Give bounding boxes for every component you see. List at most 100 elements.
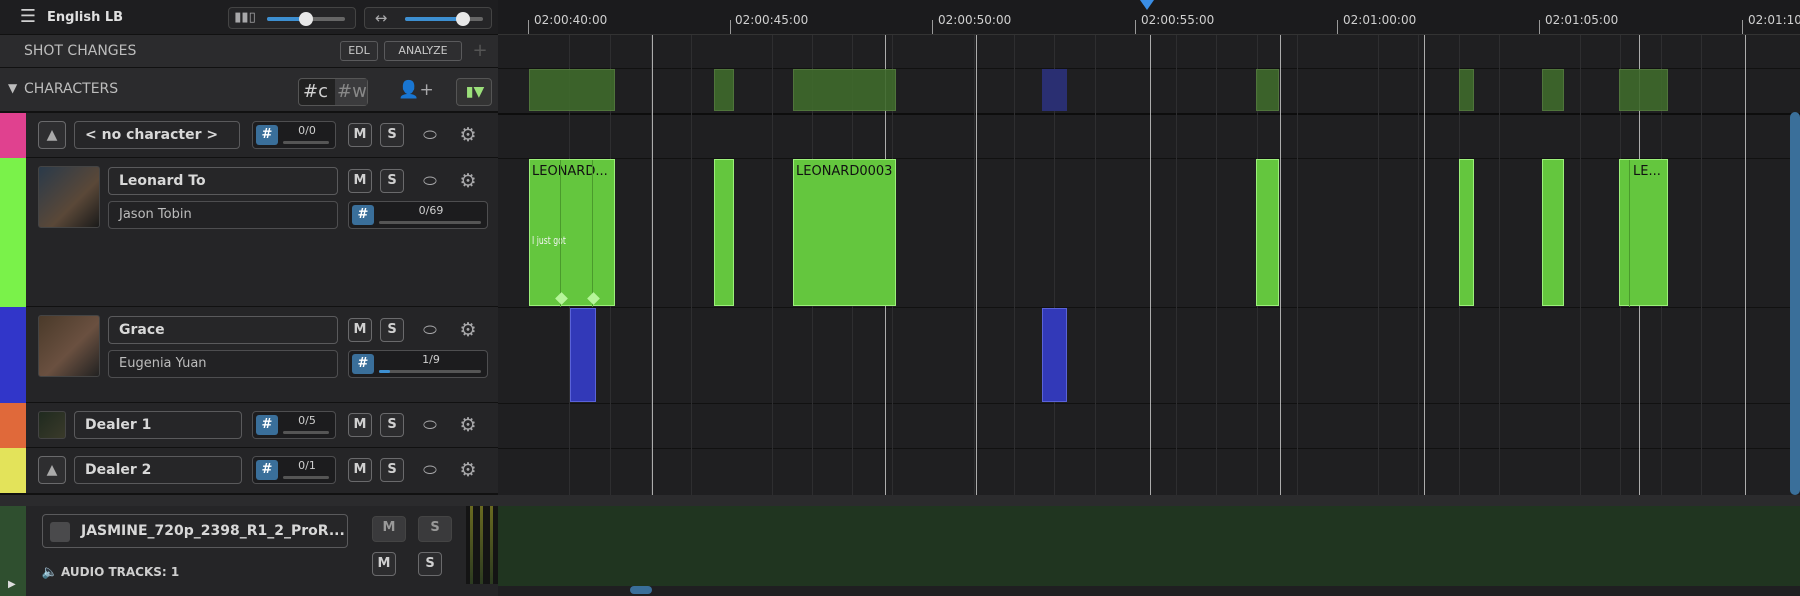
dialogue-clip[interactable]: [1256, 159, 1279, 306]
clip-title: LE...: [1633, 164, 1661, 179]
zoom-slider[interactable]: [405, 12, 483, 26]
mute-button[interactable]: M: [348, 318, 372, 342]
zoom-slider-handle[interactable]: [456, 12, 470, 26]
character-row-1: Leonard To Jason Tobin M S ⬭ ⚙ # 0/69: [0, 158, 498, 307]
timeline-area[interactable]: 02:00:40:00 02:00:45:00 02:00:50:00 02:0…: [498, 0, 1800, 596]
solo-button[interactable]: S: [380, 458, 404, 482]
overview-clip[interactable]: [714, 69, 734, 111]
volume-slider-handle[interactable]: [299, 12, 313, 26]
overview-clip[interactable]: [793, 69, 896, 111]
gear-icon[interactable]: ⚙: [456, 318, 480, 342]
hash-c-icon: #: [256, 415, 278, 435]
dialogue-clip[interactable]: [1459, 159, 1474, 306]
audio-solo-button[interactable]: S: [418, 552, 442, 576]
clip-title: LEONARD...: [532, 164, 608, 179]
edl-button[interactable]: EDL: [340, 41, 378, 61]
video-mute-button[interactable]: M: [372, 516, 406, 542]
dialogue-clip[interactable]: LE...: [1619, 159, 1668, 307]
overview-clip[interactable]: [1459, 69, 1474, 111]
volume-control: ▮▮▯: [228, 7, 356, 29]
audio-mute-button[interactable]: M: [372, 552, 396, 576]
overview-clip[interactable]: [1256, 69, 1279, 111]
filter-icon: ▮▼: [465, 84, 485, 100]
actor-name-field[interactable]: Jason Tobin: [108, 201, 338, 229]
dialogue-clip[interactable]: [1042, 308, 1067, 402]
lips-icon[interactable]: ⬭: [418, 413, 442, 437]
character-name-field[interactable]: Leonard To: [108, 167, 338, 195]
hash-c-icon: #: [256, 460, 278, 480]
hash-c-icon: #: [256, 125, 278, 145]
keyframe-handle[interactable]: [555, 292, 568, 305]
overview-clip[interactable]: [1542, 69, 1564, 111]
character-count: # 0/69: [348, 201, 488, 229]
solo-button[interactable]: S: [380, 123, 404, 147]
character-name-field[interactable]: Dealer 2: [74, 456, 242, 484]
hash-c-button[interactable]: #c: [303, 81, 328, 102]
dialogue-clip[interactable]: LEONARD... I just got: [529, 159, 615, 307]
shot-change-line[interactable]: [1280, 35, 1281, 495]
character-name-field[interactable]: < no character >: [74, 121, 240, 149]
video-track-lane[interactable]: [498, 506, 1800, 586]
gear-icon[interactable]: ⚙: [456, 458, 480, 482]
analyze-button[interactable]: ANALYZE: [384, 41, 462, 61]
character-color-bar: [0, 307, 26, 403]
character-color-bar: [0, 403, 26, 448]
keyframe-handle[interactable]: [587, 292, 600, 305]
shot-change-line[interactable]: [1424, 35, 1425, 495]
shot-change-line[interactable]: [652, 35, 653, 495]
video-color-bar: ▶: [0, 506, 26, 596]
volume-slider[interactable]: [267, 12, 345, 26]
solo-button[interactable]: S: [380, 169, 404, 193]
timecode-label: 02:01:05:00: [1545, 13, 1619, 27]
character-count: # 1/9: [348, 350, 488, 378]
solo-button[interactable]: S: [380, 318, 404, 342]
vertical-scrollbar[interactable]: [1790, 112, 1800, 495]
hash-w-button[interactable]: #w: [335, 79, 367, 105]
waveform-icon: ▮▮▯: [234, 10, 256, 25]
dialogue-clip[interactable]: LEONARD0003: [793, 159, 896, 306]
overview-clip[interactable]: [1042, 69, 1067, 111]
lips-icon[interactable]: ⬭: [418, 123, 442, 147]
lips-icon[interactable]: ⬭: [418, 169, 442, 193]
lips-icon[interactable]: ⬭: [418, 458, 442, 482]
gear-icon[interactable]: ⚙: [456, 123, 480, 147]
mute-button[interactable]: M: [348, 413, 372, 437]
add-character-icon[interactable]: 👤+: [398, 78, 434, 102]
timecode-label: 02:00:55:00: [1141, 13, 1215, 27]
video-solo-button[interactable]: S: [418, 516, 452, 542]
filter-toggle-button[interactable]: ▮▼: [456, 78, 492, 106]
character-row-0: ▲ < no character > # 0/0 M S ⬭ ⚙: [0, 113, 498, 158]
add-icon[interactable]: +: [468, 39, 492, 63]
shot-changes-bar: SHOT CHANGES EDL ANALYZE +: [0, 35, 498, 68]
language-title: English LB: [47, 10, 124, 25]
dialogue-clip[interactable]: [1542, 159, 1564, 306]
dialogue-clip[interactable]: [714, 159, 734, 306]
video-name-field[interactable]: JASMINE_720p_2398_R1_2_ProR...: [42, 514, 348, 548]
play-icon[interactable]: ▶: [8, 579, 16, 590]
shot-change-line[interactable]: [976, 35, 977, 495]
mute-button[interactable]: M: [348, 169, 372, 193]
overview-clip[interactable]: [529, 69, 615, 111]
mute-button[interactable]: M: [348, 458, 372, 482]
character-count: # 0/1: [252, 456, 336, 484]
gear-icon[interactable]: ⚙: [456, 169, 480, 193]
video-track-header: ▶ JASMINE_720p_2398_R1_2_ProR... 🔈 AUDIO…: [0, 506, 498, 596]
timecode-label: 02:00:40:00: [534, 13, 608, 27]
actor-name-field[interactable]: Eugenia Yuan: [108, 350, 338, 378]
shot-change-line[interactable]: [1150, 35, 1151, 495]
lips-icon[interactable]: ⬭: [418, 318, 442, 342]
gear-icon[interactable]: ⚙: [456, 413, 480, 437]
character-name-field[interactable]: Dealer 1: [74, 411, 242, 439]
collapse-triangle-icon[interactable]: ▼: [8, 81, 17, 95]
header-bar: ☰ English LB ▮▮▯ ↔: [0, 0, 498, 35]
shot-change-line[interactable]: [1745, 35, 1746, 495]
character-name-field[interactable]: Grace: [108, 316, 338, 344]
overview-clip[interactable]: [1619, 69, 1668, 111]
solo-button[interactable]: S: [380, 413, 404, 437]
mute-button[interactable]: M: [348, 123, 372, 147]
timecode-label: 02:00:45:00: [735, 13, 809, 27]
dialogue-clip[interactable]: [570, 308, 596, 402]
horizontal-scrollbar[interactable]: [630, 586, 652, 594]
menu-icon[interactable]: ☰: [16, 5, 40, 29]
playhead-marker[interactable]: [1140, 0, 1154, 10]
